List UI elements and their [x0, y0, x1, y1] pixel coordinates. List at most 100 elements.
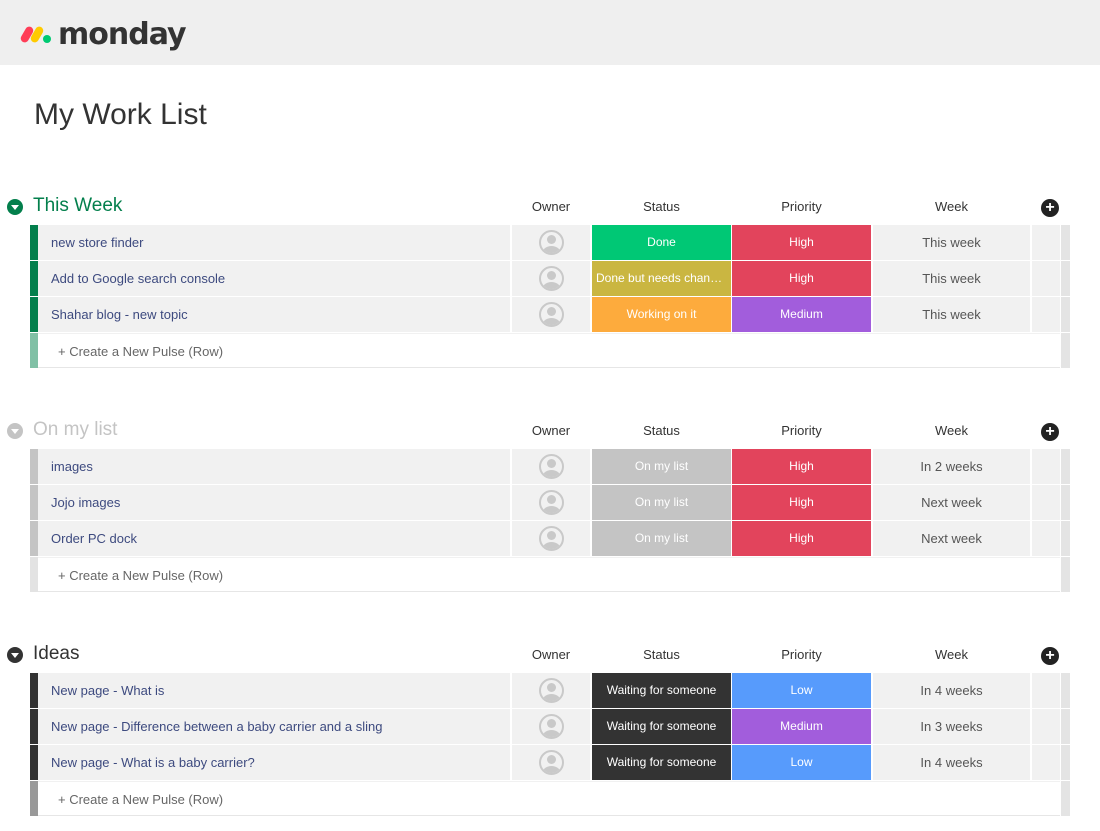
item-name[interactable]: Jojo images [51, 495, 120, 510]
table-row[interactable]: Add to Google search console Done but nee… [0, 261, 1100, 297]
table-row[interactable]: New page - What is Waiting for someone Low… [0, 673, 1100, 709]
person-avatar-icon[interactable] [539, 454, 564, 479]
owner-cell[interactable] [512, 261, 590, 296]
item-name-cell[interactable]: New page - What is [38, 673, 510, 708]
column-header-owner[interactable]: Owner [512, 199, 590, 214]
column-header-owner[interactable]: Owner [512, 647, 590, 662]
column-header-week[interactable]: Week [873, 423, 1030, 438]
item-name[interactable]: New page - What is a baby carrier? [51, 755, 255, 770]
person-avatar-icon[interactable] [539, 714, 564, 739]
create-row[interactable]: + Create a New Pulse (Row) [0, 333, 1100, 368]
priority-label[interactable]: High [732, 485, 871, 520]
item-name[interactable]: Order PC dock [51, 531, 137, 546]
table-row[interactable]: images On my list High In 2 weeks [0, 449, 1100, 485]
week-cell[interactable]: This week [873, 225, 1030, 260]
person-avatar-icon[interactable] [539, 526, 564, 551]
item-name[interactable]: new store finder [51, 235, 144, 250]
status-label[interactable]: Done [592, 225, 731, 260]
owner-cell[interactable] [512, 673, 590, 708]
create-row-input[interactable]: + Create a New Pulse (Row) [38, 333, 1060, 368]
group-title[interactable]: This Week [33, 195, 122, 217]
owner-cell[interactable] [512, 709, 590, 744]
column-header-status[interactable]: Status [592, 647, 731, 662]
collapse-toggle-icon[interactable] [7, 647, 23, 663]
collapse-toggle-icon[interactable] [7, 423, 23, 439]
table-row[interactable]: Order PC dock On my list High Next week [0, 521, 1100, 557]
column-header-status[interactable]: Status [592, 199, 731, 214]
week-cell[interactable]: Next week [873, 485, 1030, 520]
create-row[interactable]: + Create a New Pulse (Row) [0, 781, 1100, 816]
priority-label[interactable]: High [732, 225, 871, 260]
add-column-icon[interactable]: + [1041, 423, 1059, 441]
column-header-priority[interactable]: Priority [732, 423, 871, 438]
status-label[interactable]: Waiting for someone [592, 745, 731, 780]
column-header-priority[interactable]: Priority [732, 647, 871, 662]
table-row[interactable]: Jojo images On my list High Next week [0, 485, 1100, 521]
item-name-cell[interactable]: images [38, 449, 510, 484]
owner-cell[interactable] [512, 521, 590, 556]
monday-logo[interactable]: monday [19, 16, 187, 52]
column-header-week[interactable]: Week [873, 199, 1030, 214]
status-label[interactable]: On my list [592, 485, 731, 520]
status-label[interactable]: Waiting for someone [592, 709, 731, 744]
status-label[interactable]: Waiting for someone [592, 673, 731, 708]
week-cell[interactable]: This week [873, 261, 1030, 296]
column-header-week[interactable]: Week [873, 647, 1030, 662]
table-row[interactable]: New page - What is a baby carrier? Waitin… [0, 745, 1100, 781]
owner-cell[interactable] [512, 485, 590, 520]
item-name-cell[interactable]: Shahar blog - new topic [38, 297, 510, 332]
owner-cell[interactable] [512, 449, 590, 484]
item-name-cell[interactable]: Order PC dock [38, 521, 510, 556]
person-avatar-icon[interactable] [539, 750, 564, 775]
collapse-toggle-icon[interactable] [7, 199, 23, 215]
item-name-cell[interactable]: New page - Difference between a baby car… [38, 709, 510, 744]
table-row[interactable]: New page - Difference between a baby car… [0, 709, 1100, 745]
table-row[interactable]: new store finder Done High This week [0, 225, 1100, 261]
priority-label[interactable]: High [732, 449, 871, 484]
priority-label[interactable]: Medium [732, 709, 871, 744]
create-row[interactable]: + Create a New Pulse (Row) [0, 557, 1100, 592]
week-cell[interactable]: This week [873, 297, 1030, 332]
week-cell[interactable]: In 4 weeks [873, 745, 1030, 780]
priority-label[interactable]: Low [732, 745, 871, 780]
week-cell[interactable]: Next week [873, 521, 1030, 556]
group-title[interactable]: Ideas [33, 643, 79, 665]
table-row[interactable]: Shahar blog - new topic Working on it Medi… [0, 297, 1100, 333]
item-name[interactable]: New page - What is [51, 683, 164, 698]
item-name-cell[interactable]: New page - What is a baby carrier? [38, 745, 510, 780]
column-header-priority[interactable]: Priority [732, 199, 871, 214]
owner-cell[interactable] [512, 225, 590, 260]
add-column-icon[interactable]: + [1041, 199, 1059, 217]
priority-label[interactable]: Low [732, 673, 871, 708]
item-name[interactable]: Shahar blog - new topic [51, 307, 188, 322]
add-column-icon[interactable]: + [1041, 647, 1059, 665]
status-label[interactable]: On my list [592, 449, 731, 484]
item-name[interactable]: New page - Difference between a baby car… [51, 719, 382, 734]
priority-label[interactable]: Medium [732, 297, 871, 332]
create-row-input[interactable]: + Create a New Pulse (Row) [38, 781, 1060, 816]
create-row-input[interactable]: + Create a New Pulse (Row) [38, 557, 1060, 592]
group-title[interactable]: On my list [33, 419, 117, 441]
priority-label[interactable]: High [732, 261, 871, 296]
person-avatar-icon[interactable] [539, 302, 564, 327]
person-avatar-icon[interactable] [539, 678, 564, 703]
status-label[interactable]: On my list [592, 521, 731, 556]
owner-cell[interactable] [512, 745, 590, 780]
week-cell[interactable]: In 3 weeks [873, 709, 1030, 744]
column-header-status[interactable]: Status [592, 423, 731, 438]
item-name-cell[interactable]: new store finder [38, 225, 510, 260]
item-name[interactable]: Add to Google search console [51, 271, 225, 286]
status-label[interactable]: Done but needs changi... [592, 261, 731, 296]
week-cell[interactable]: In 4 weeks [873, 673, 1030, 708]
item-name[interactable]: images [51, 459, 93, 474]
column-header-owner[interactable]: Owner [512, 423, 590, 438]
item-name-cell[interactable]: Add to Google search console [38, 261, 510, 296]
owner-cell[interactable] [512, 297, 590, 332]
priority-label[interactable]: High [732, 521, 871, 556]
status-label[interactable]: Working on it [592, 297, 731, 332]
item-name-cell[interactable]: Jojo images [38, 485, 510, 520]
week-cell[interactable]: In 2 weeks [873, 449, 1030, 484]
person-avatar-icon[interactable] [539, 490, 564, 515]
person-avatar-icon[interactable] [539, 266, 564, 291]
person-avatar-icon[interactable] [539, 230, 564, 255]
